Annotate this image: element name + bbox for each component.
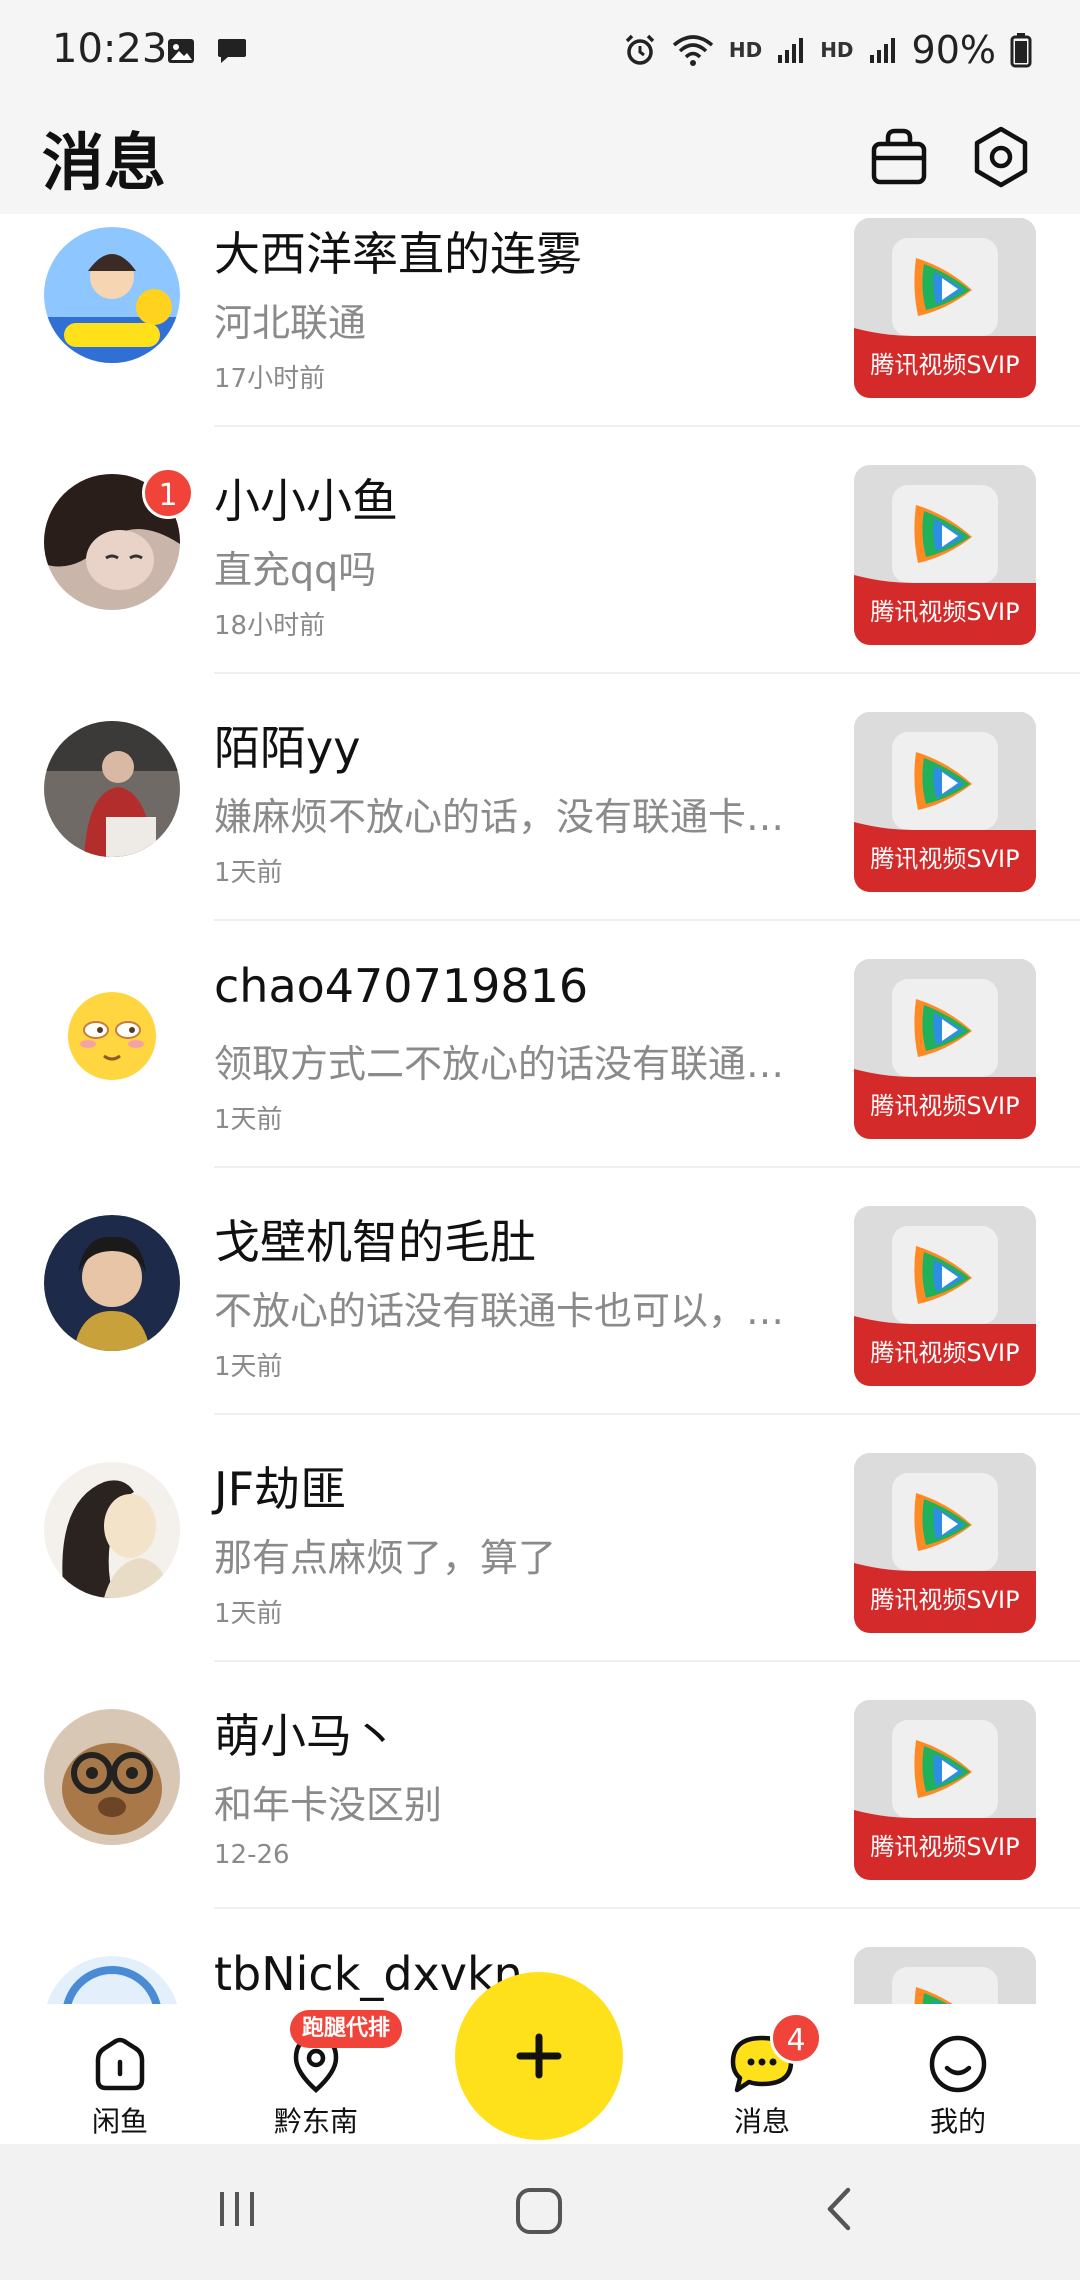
avatar[interactable] [44, 721, 180, 857]
signal-icon-1 [778, 38, 804, 63]
thumbnail-label: 腾讯视频SVIP [870, 351, 1020, 379]
battery-icon [1010, 33, 1032, 68]
tab-local-label: 黔东南 [273, 2105, 358, 2138]
plus-icon [516, 2033, 562, 2079]
item-thumbnail[interactable]: 腾讯视频SVIP [854, 1947, 1036, 2004]
conversation-row[interactable]: 大西洋率直的连雾河北联通 17小时前 腾讯视频SVIP [0, 214, 1080, 427]
message-time: 1天前 [214, 858, 283, 888]
conversation-row[interactable]: chao470719816 领取方式二不放心的话没有联通卡也可以 1天前 腾讯视频SV… [0, 921, 1080, 1168]
item-thumbnail[interactable]: 腾讯视频SVIP [854, 1700, 1036, 1880]
publish-button[interactable] [455, 1972, 623, 2140]
signal-icon-2 [869, 38, 895, 63]
smile-icon [929, 2035, 987, 2093]
message-time: 12-26 [214, 1840, 290, 1870]
avatar[interactable] [44, 1956, 180, 2004]
conversation-row[interactable]: 1 小小小鱼直充qq吗 18小时前 腾讯视频SVIP [0, 427, 1080, 674]
local-tab-tag: 跑腿代排 [290, 2010, 403, 2048]
conversation-row[interactable]: 陌陌yy 嫌麻烦不放心的话，没有联通卡也可以，但需要联通号码 1天前 腾讯视频SVIP [0, 674, 1080, 921]
last-message: 直充qq吗 [214, 548, 377, 592]
message-time: 17小时前 [214, 364, 326, 394]
home-icon [95, 2037, 145, 2091]
last-message: 河北联通 [214, 301, 367, 345]
thumbnail-label: 腾讯视频SVIP [870, 1833, 1020, 1861]
item-thumbnail[interactable]: 腾讯视频SVIP [854, 1206, 1036, 1386]
hd-label-1: HD [728, 38, 763, 62]
thumbnail-label: 腾讯视频SVIP [870, 1586, 1020, 1614]
last-message: 那有点麻烦了，算了 [214, 1536, 557, 1580]
message-time: 1天前 [214, 1105, 283, 1135]
wifi-icon [672, 35, 713, 66]
hd-label-2: HD [820, 38, 854, 62]
chat-bubble-icon [218, 39, 246, 63]
last-message: 不放心的话没有联通卡也可以，但需要联通号码 [214, 1289, 804, 1333]
tab-home[interactable]: 闲鱼 [60, 2032, 180, 2140]
status-indicators: HD HD 90% [623, 28, 1032, 72]
recent-apps-icon[interactable] [212, 2184, 262, 2234]
battery-percent: 90% [911, 28, 996, 72]
home-button-icon[interactable] [512, 2184, 566, 2238]
thumbnail-label: 腾讯视频SVIP [870, 1092, 1020, 1120]
avatar[interactable] [44, 968, 180, 1104]
conversation-row[interactable]: JF劫匪那有点麻烦了，算了 1天前 腾讯视频SVIP [0, 1415, 1080, 1662]
item-thumbnail[interactable]: 腾讯视频SVIP [854, 959, 1036, 1139]
bag-icon[interactable] [864, 122, 934, 192]
messages-count-badge: 4 [770, 2012, 822, 2064]
settings-icon[interactable] [966, 122, 1036, 192]
contact-name: 戈壁机智的毛肚 [214, 1215, 536, 1269]
conversation-row[interactable]: 戈壁机智的毛肚不放心的话没有联通卡也可以，但需要联通号码 1天前 腾讯视频SVIP [0, 1168, 1080, 1415]
contact-name: 小小小鱼 [214, 474, 398, 528]
conversation-list[interactable]: 大西洋率直的连雾 河北联通 17小时前 腾讯视频SVIP 1 小小小鱼 直充qq吗 18小时前… [0, 214, 1080, 2004]
thumbnail-label: 腾讯视频SVIP [870, 1339, 1020, 1367]
message-time: 1天前 [214, 1352, 283, 1382]
conversation-row[interactable]: 萌小马丶和年卡没区别 12-26 腾讯视频SVIP [0, 1662, 1080, 1909]
page-header: 消息 [0, 100, 1080, 214]
gallery-icon [168, 39, 194, 63]
contact-name: tbNick_dxvkn [214, 1947, 523, 2001]
avatar[interactable] [44, 227, 180, 363]
contact-name: JF劫匪 [214, 1462, 347, 1516]
avatar[interactable] [44, 1215, 180, 1351]
last-message: 领取方式二不放心的话没有联通卡也可以 [214, 1042, 804, 1086]
tab-home-label: 闲鱼 [91, 2105, 148, 2138]
status-time: 10:23 [52, 26, 168, 72]
contact-name: 萌小马丶 [214, 1709, 398, 1763]
contact-name: chao470719816 [214, 959, 589, 1013]
back-icon[interactable] [816, 2184, 866, 2234]
avatar[interactable] [44, 1709, 180, 1845]
unread-badge: 1 [142, 467, 194, 519]
tab-local[interactable]: 黔东南 [256, 2032, 376, 2140]
tab-me[interactable]: 我的 [898, 2032, 1018, 2140]
item-thumbnail[interactable]: 腾讯视频SVIP [854, 465, 1036, 645]
last-message: 和年卡没区别 [214, 1783, 443, 1827]
thumbnail-label: 腾讯视频SVIP [870, 845, 1020, 873]
notification-icons [166, 36, 248, 66]
contact-name: 陌陌yy [214, 721, 361, 775]
message-time: 18小时前 [214, 611, 326, 641]
item-thumbnail[interactable]: 腾讯视频SVIP [854, 218, 1036, 398]
status-bar: 10:23 HD HD 90% [0, 0, 1080, 100]
contact-name: 大西洋率直的连雾 [214, 227, 582, 281]
alarm-icon [625, 34, 655, 65]
tab-messages-label: 消息 [733, 2105, 790, 2138]
tab-me-label: 我的 [929, 2105, 986, 2138]
message-time: 1天前 [214, 1599, 283, 1629]
page-title: 消息 [42, 126, 167, 199]
last-message: 嫌麻烦不放心的话，没有联通卡也可以，但需要联通号码 [214, 795, 804, 839]
thumbnail-label: 腾讯视频SVIP [870, 598, 1020, 626]
avatar[interactable] [44, 1462, 180, 1598]
item-thumbnail[interactable]: 腾讯视频SVIP [854, 712, 1036, 892]
item-thumbnail[interactable]: 腾讯视频SVIP [854, 1453, 1036, 1633]
system-nav-bar [0, 2144, 1080, 2280]
